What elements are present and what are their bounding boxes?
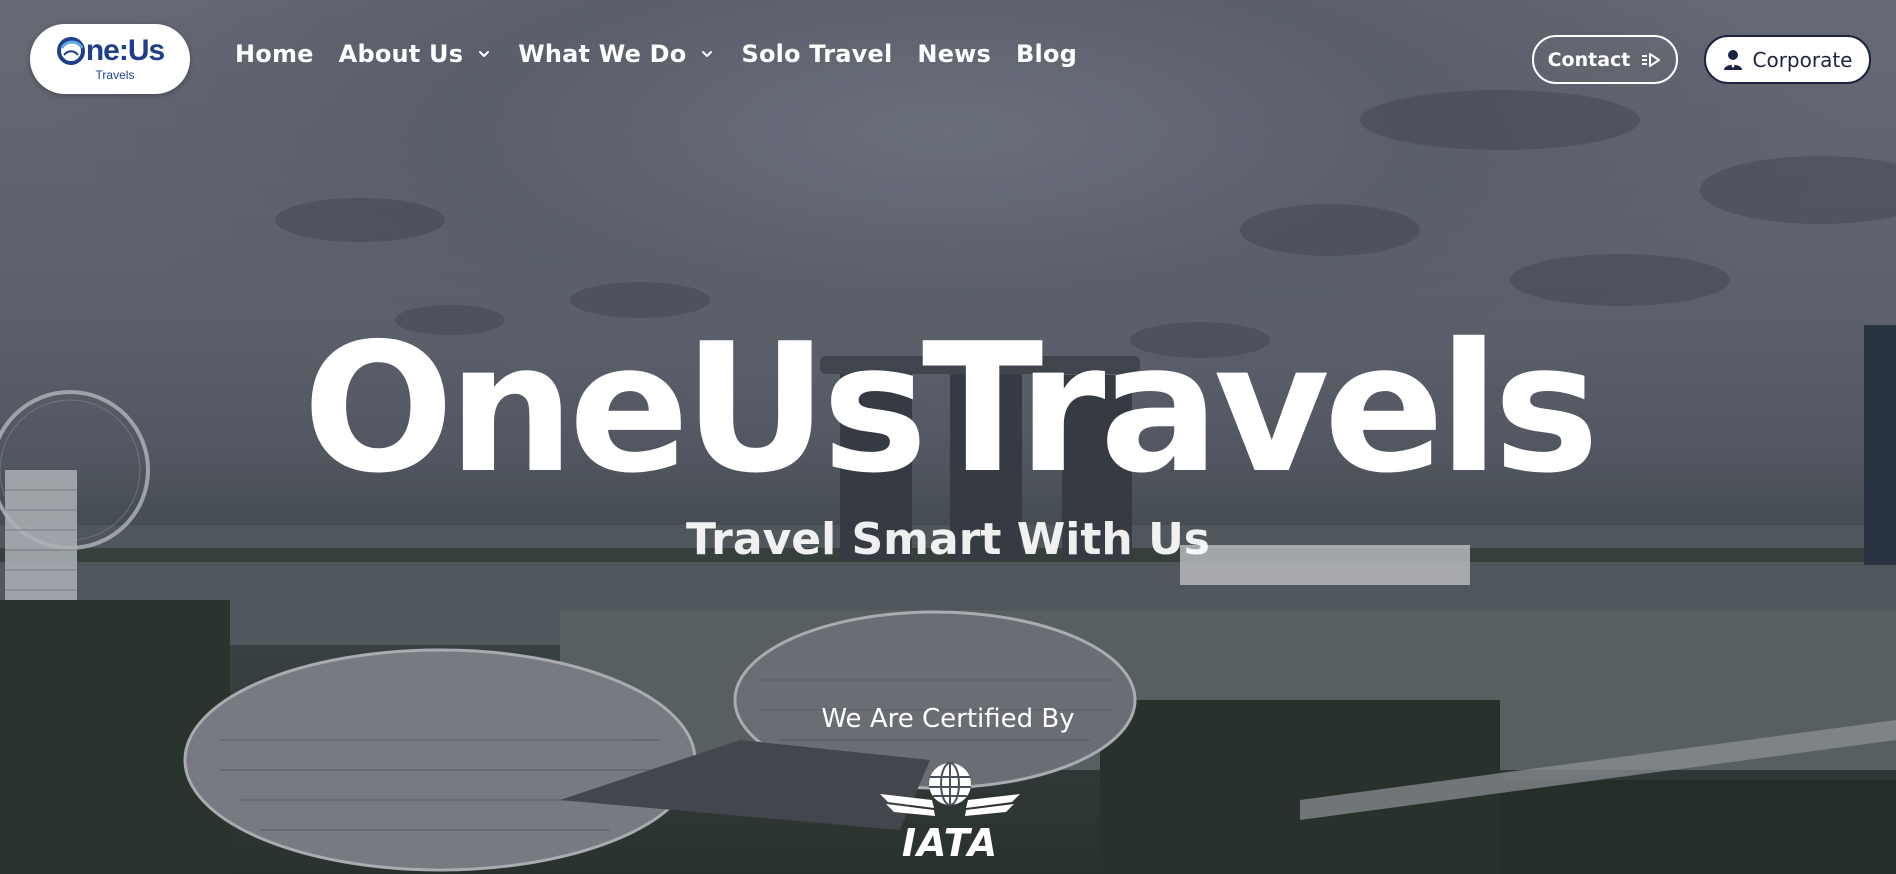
main-nav: Home About Us What We Do Solo Travel New… — [235, 40, 1102, 68]
iata-logo: IATA — [880, 762, 1020, 860]
chevron-down-icon — [702, 51, 713, 57]
nav-label: Home — [235, 40, 314, 68]
nav-item-news[interactable]: News — [917, 40, 991, 68]
site-logo[interactable]: ne:Us Travels — [30, 24, 190, 94]
contact-button-label: Contact — [1547, 48, 1631, 71]
nav-item-what-we-do[interactable]: What We Do — [518, 40, 716, 68]
hero-subtitle: Travel Smart With Us — [686, 514, 1210, 565]
contact-button[interactable]: Contact — [1532, 35, 1678, 84]
corporate-button[interactable]: Corporate — [1704, 35, 1871, 84]
nav-label: About Us — [338, 40, 464, 68]
logo-subtitle: Travels — [95, 68, 135, 82]
nav-item-about-us[interactable]: About Us — [339, 40, 494, 68]
nav-label: Blog — [1016, 40, 1078, 68]
nav-label: What We Do — [518, 40, 687, 68]
certified-label: We Are Certified By — [821, 704, 1075, 734]
nav-item-home[interactable]: Home — [235, 40, 314, 68]
corporate-button-label: Corporate — [1752, 47, 1853, 72]
logo-text: ne:Us — [85, 34, 165, 67]
person-icon — [1723, 49, 1742, 70]
nav-item-blog[interactable]: Blog — [1016, 40, 1077, 68]
logo-wordmark: ne:Us — [56, 34, 165, 67]
svg-text:IATA: IATA — [902, 821, 998, 860]
nav-label: Solo Travel — [741, 40, 893, 68]
nav-label: News — [917, 40, 992, 68]
hero-title: OneUsTravels — [302, 305, 1600, 512]
logo-swirl-icon — [56, 37, 85, 65]
nav-item-solo-travel[interactable]: Solo Travel — [741, 40, 892, 68]
chevron-down-icon — [479, 51, 490, 57]
arrow-right-icon — [1642, 52, 1661, 67]
